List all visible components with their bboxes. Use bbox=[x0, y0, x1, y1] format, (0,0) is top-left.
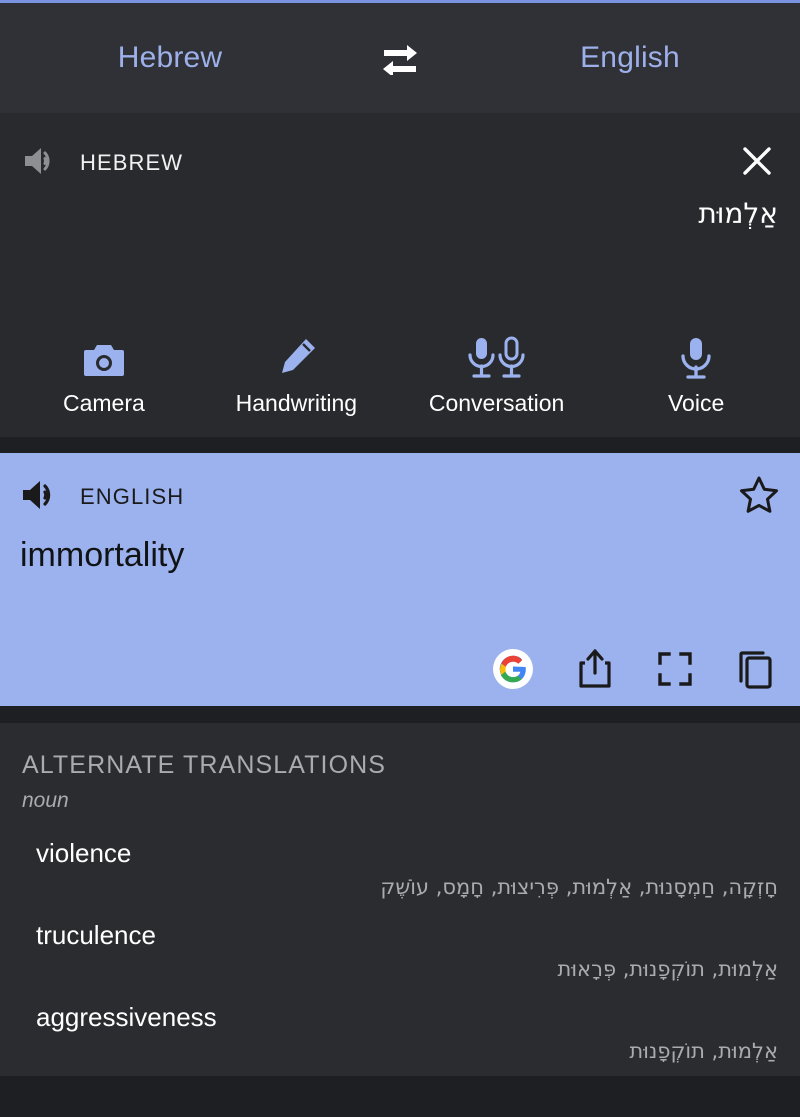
alternate-word: violence bbox=[36, 838, 132, 868]
input-method-label: Voice bbox=[667, 390, 725, 416]
speaker-icon[interactable] bbox=[22, 145, 58, 182]
target-language-label: ENGLISH bbox=[80, 484, 185, 509]
source-language-button[interactable]: Hebrew bbox=[0, 43, 340, 73]
source-header: HEBREW bbox=[0, 113, 800, 187]
share-icon bbox=[579, 649, 611, 688]
camera-icon bbox=[81, 333, 127, 381]
swap-horizontal-icon bbox=[383, 45, 417, 75]
list-item[interactable]: truculence אַלְמוּת, תוֹקְפָנוּת, פְּרָא… bbox=[22, 911, 778, 993]
source-input-panel: HEBREW אַלְמוּת Camera Handwriting Conve… bbox=[0, 113, 800, 437]
fullscreen-button[interactable] bbox=[656, 650, 694, 688]
close-icon bbox=[743, 146, 771, 175]
translated-text[interactable]: immortality bbox=[20, 535, 780, 576]
input-method-voice[interactable]: Voice bbox=[636, 333, 756, 415]
copy-icon bbox=[739, 651, 772, 689]
list-item[interactable]: aggressiveness אַלְמוּת, תוֹקְפָנוּת bbox=[22, 993, 778, 1075]
alternate-translations-list: violence חָזְקָה, חַמְסָנוּת, אַלְמוּת, … bbox=[22, 829, 778, 1076]
swap-languages-button[interactable] bbox=[340, 41, 460, 75]
list-item[interactable]: violence חָזְקָה, חַמְסָנוּת, אַלְמוּת, … bbox=[22, 829, 778, 911]
two-microphones-icon bbox=[464, 333, 530, 381]
google-search-icon[interactable] bbox=[492, 648, 534, 690]
pen-icon bbox=[273, 333, 319, 381]
input-method-label: Camera bbox=[62, 390, 145, 416]
alternate-hebrew-terms: אַלְמוּת, תוֹקְפָנוּת, פְּרָאוּת bbox=[557, 957, 778, 982]
copy-button[interactable] bbox=[736, 648, 776, 690]
close-button[interactable] bbox=[736, 142, 778, 185]
google-translate-screen: Hebrew English HEBREW אַלְמוּת Camera Ha… bbox=[0, 0, 800, 1117]
target-language-button[interactable]: English bbox=[460, 43, 800, 73]
input-method-handwriting[interactable]: Handwriting bbox=[236, 333, 357, 415]
alternate-hebrew-terms: אַלְמוּת, תוֹקְפָנוּת bbox=[629, 1039, 778, 1064]
input-method-conversation[interactable]: Conversation bbox=[428, 333, 565, 416]
panel-divider-top bbox=[0, 437, 800, 453]
source-text[interactable]: אַלְמוּת bbox=[22, 195, 778, 233]
alternate-word: truculence bbox=[36, 920, 156, 951]
input-method-label: Conversation bbox=[428, 390, 565, 416]
favorite-button[interactable] bbox=[738, 474, 780, 521]
translation-card: ENGLISH immortality bbox=[0, 453, 800, 706]
alternate-translations-panel: ALTERNATE TRANSLATIONS noun violence חָז… bbox=[0, 723, 800, 1076]
translation-actions bbox=[20, 648, 780, 690]
input-method-label: Handwriting bbox=[235, 390, 358, 416]
part-of-speech-label: noun bbox=[22, 789, 69, 812]
source-language-label: HEBREW bbox=[80, 150, 184, 175]
microphone-icon bbox=[676, 333, 716, 381]
input-methods-row: Camera Handwriting Conversation Voice bbox=[0, 333, 800, 437]
share-button[interactable] bbox=[576, 648, 614, 690]
source-text-area[interactable]: אַלְמוּת bbox=[0, 187, 800, 333]
translation-card-header: ENGLISH bbox=[20, 475, 780, 519]
alternate-translations-title: ALTERNATE TRANSLATIONS bbox=[22, 751, 387, 779]
panel-divider-bottom bbox=[0, 706, 800, 723]
alternate-hebrew-terms: חָזְקָה, חַמְסָנוּת, אַלְמוּת, פְּרִיצוּ… bbox=[380, 874, 778, 899]
speaker-icon[interactable] bbox=[20, 478, 58, 517]
language-selector-bar: Hebrew English bbox=[0, 3, 800, 113]
alternate-word: aggressiveness bbox=[36, 1002, 217, 1033]
input-method-camera[interactable]: Camera bbox=[44, 333, 164, 415]
fullscreen-icon bbox=[658, 652, 692, 686]
star-outline-icon bbox=[740, 476, 778, 513]
